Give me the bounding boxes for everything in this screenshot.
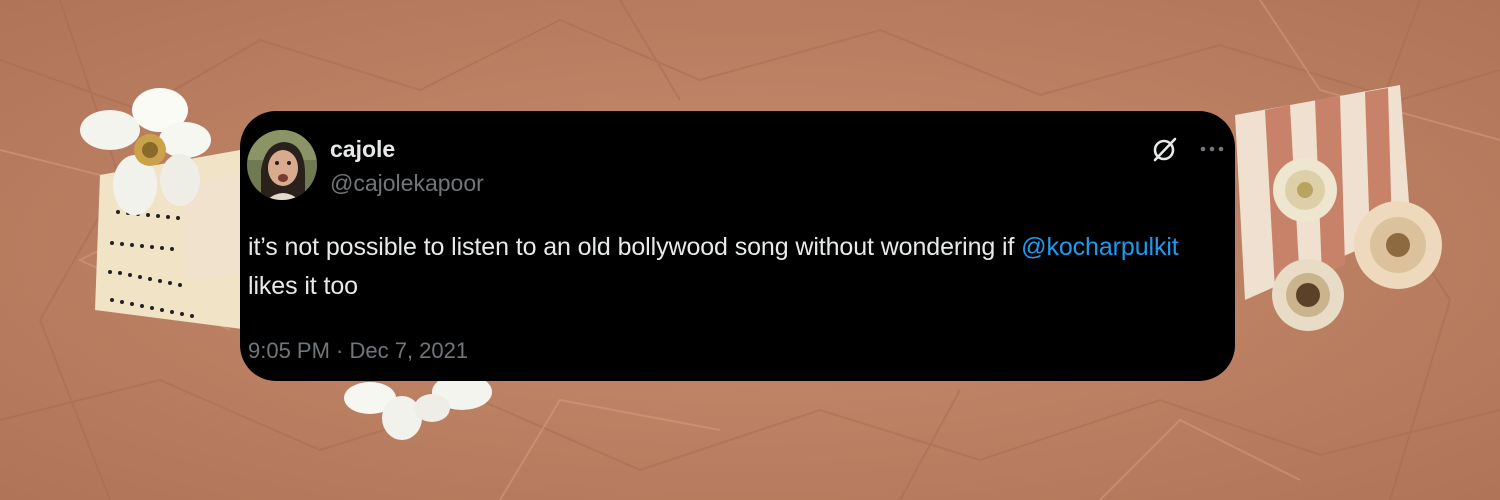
dried-flower-top [1273,158,1337,222]
tweet-text-part: likes it too [248,272,358,300]
user-handle[interactable]: @cajolekapoor [330,169,484,197]
tweet-card[interactable]: cajole @cajolekapoor it’s not possible t… [240,111,1235,381]
grok-icon[interactable] [1151,135,1179,163]
more-options-icon[interactable] [1198,136,1226,162]
dried-flower-right [1354,201,1442,289]
display-name[interactable]: cajole [330,135,395,163]
avatar[interactable] [247,130,317,200]
tweet-text: it’s not possible to listen to an old bo… [248,228,1228,306]
mention-link[interactable]: @kocharpulkit [1021,233,1179,261]
tweet-timestamp[interactable]: 9:05 PM · Dec 7, 2021 [248,337,468,365]
dried-flower-bottom [1272,259,1344,331]
tweet-text-part: it’s not possible to listen to an old bo… [248,233,1022,261]
